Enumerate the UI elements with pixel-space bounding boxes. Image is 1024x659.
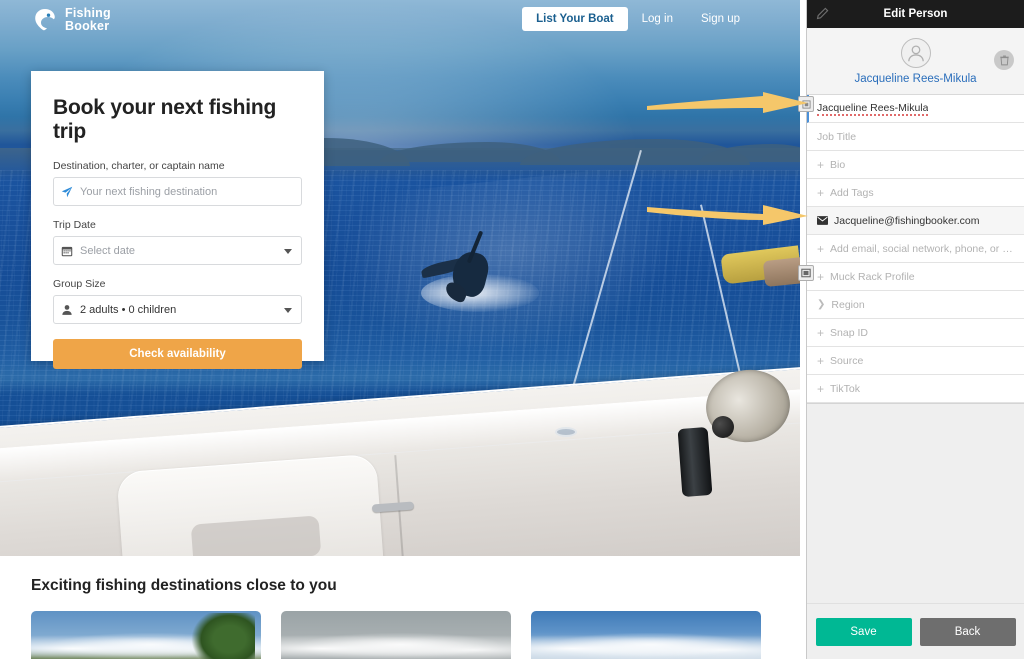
plus-icon: + xyxy=(817,157,825,172)
source-field[interactable]: + Source xyxy=(807,347,1024,375)
login-link[interactable]: Log in xyxy=(628,7,687,31)
bio-placeholder: Bio xyxy=(830,158,846,171)
search-card: Book your next fishing trip Destination,… xyxy=(31,71,324,369)
trash-icon xyxy=(999,55,1009,65)
card-clouds xyxy=(281,633,511,659)
full-name-value: Jacqueline Rees-Mikula xyxy=(817,101,929,116)
add-contact-field[interactable]: + Add email, social network, phone, or U… xyxy=(807,235,1024,263)
person-avatar-icon xyxy=(907,45,924,62)
region-field[interactable]: ❯ Region xyxy=(807,291,1024,319)
check-availability-button[interactable]: Check availability xyxy=(53,339,302,369)
add-tags-placeholder: Add Tags xyxy=(830,186,874,199)
card-clouds xyxy=(531,633,761,659)
add-contact-placeholder: Add email, social network, phone, or URL xyxy=(830,242,1014,255)
angler-arm xyxy=(762,254,800,288)
plus-icon: + xyxy=(817,381,825,396)
save-button[interactable]: Save xyxy=(815,617,912,646)
back-button[interactable]: Back xyxy=(919,617,1016,646)
bio-field[interactable]: + Bio xyxy=(807,151,1024,179)
rod-holder xyxy=(677,426,713,498)
trip-date-placeholder-text: Select date xyxy=(80,244,136,257)
destination-card-2[interactable] xyxy=(281,611,511,659)
plus-icon: + xyxy=(817,185,825,200)
deck-fitting xyxy=(555,427,577,437)
search-card-body: Destination, charter, or captain name Yo… xyxy=(31,144,324,369)
site-header: Fishing Booker List Your Boat Log in Sig… xyxy=(0,0,800,40)
destinations-section: Exciting fishing destinations close to y… xyxy=(0,556,800,659)
muck-rack-profile-field[interactable]: + Muck Rack Profile xyxy=(807,263,1024,291)
chevron-down-icon xyxy=(284,249,292,254)
avatar xyxy=(900,38,931,68)
plus-icon: + xyxy=(817,325,825,340)
pencil-icon[interactable] xyxy=(815,7,829,21)
hero-image: Fishing Booker List Your Boat Log in Sig… xyxy=(0,0,800,556)
brand-logo[interactable]: Fishing Booker xyxy=(32,7,111,33)
plus-icon: + xyxy=(817,353,825,368)
source-placeholder: Source xyxy=(830,354,864,367)
destination-card-3[interactable] xyxy=(531,611,761,659)
calendar-icon xyxy=(54,245,80,257)
tiktok-placeholder: TikTok xyxy=(830,382,860,395)
chevron-right-icon: ❯ xyxy=(817,299,826,310)
destination-card-1[interactable] xyxy=(31,611,261,659)
panel-header: Edit Person xyxy=(807,0,1024,28)
person-header: Jacqueline Rees-Mikula xyxy=(807,28,1024,95)
panel-footer: Save Back xyxy=(807,603,1024,659)
person-icon xyxy=(54,304,80,316)
person-fields-list: Jacqueline Rees-Mikula Job Title + Bio +… xyxy=(807,95,1024,403)
snap-id-placeholder: Snap ID xyxy=(830,326,868,339)
trip-date-label: Trip Date xyxy=(53,219,96,231)
group-size-value-text: 2 adults • 0 children xyxy=(80,303,177,316)
brand-line-2: Booker xyxy=(65,19,110,33)
plus-icon: + xyxy=(817,241,825,256)
arrow-to-name-field xyxy=(647,92,808,113)
panel-empty-space xyxy=(807,403,1024,603)
trip-date-select[interactable]: Select date xyxy=(53,236,302,265)
job-title-field[interactable]: Job Title xyxy=(807,123,1024,151)
search-card-title: Book your next fishing trip xyxy=(53,96,277,143)
panel-toggle-handle[interactable] xyxy=(798,265,814,281)
destinations-heading: Exciting fishing destinations close to y… xyxy=(31,577,337,594)
job-title-placeholder: Job Title xyxy=(817,130,857,143)
edit-person-panel: Edit Person Jacqueline Rees-Mikula Jacqu… xyxy=(806,0,1024,659)
paper-plane-icon xyxy=(54,186,80,198)
screen: Fishing Booker List Your Boat Log in Sig… xyxy=(0,0,1024,659)
destination-placeholder-text: Your next fishing destination xyxy=(80,185,218,198)
add-tags-field[interactable]: + Add Tags xyxy=(807,179,1024,207)
full-name-field[interactable]: Jacqueline Rees-Mikula xyxy=(807,95,1024,123)
group-size-label: Group Size xyxy=(53,278,106,290)
group-size-select[interactable]: 2 adults • 0 children xyxy=(53,295,302,324)
person-name-link[interactable]: Jacqueline Rees-Mikula xyxy=(807,73,1024,85)
signup-link[interactable]: Sign up xyxy=(687,7,754,31)
email-value: Jacqueline@fishingbooker.com xyxy=(834,214,980,227)
mail-icon xyxy=(817,216,828,225)
list-your-boat-button[interactable]: List Your Boat xyxy=(522,7,628,31)
delete-person-button[interactable] xyxy=(994,50,1014,70)
card-tree xyxy=(191,613,255,659)
fish-logo-icon xyxy=(35,9,55,31)
tiktok-field[interactable]: + TikTok xyxy=(807,375,1024,403)
plus-icon: + xyxy=(817,269,825,284)
panel-icon xyxy=(801,268,811,278)
destination-label: Destination, charter, or captain name xyxy=(53,160,225,172)
reel-knob xyxy=(712,416,734,438)
email-field[interactable]: Jacqueline@fishingbooker.com xyxy=(807,207,1024,235)
marlin-fish xyxy=(415,228,545,318)
region-placeholder: Region xyxy=(831,298,865,311)
destination-input[interactable]: Your next fishing destination xyxy=(53,177,302,206)
snap-id-field[interactable]: + Snap ID xyxy=(807,319,1024,347)
header-nav: List Your Boat Log in Sign up xyxy=(522,7,754,31)
arrow-to-email-field xyxy=(647,205,808,225)
chevron-down-icon xyxy=(284,308,292,313)
muck-rack-profile-placeholder: Muck Rack Profile xyxy=(830,270,915,283)
panel-title: Edit Person xyxy=(883,8,948,20)
brand-text: Fishing Booker xyxy=(65,7,111,33)
